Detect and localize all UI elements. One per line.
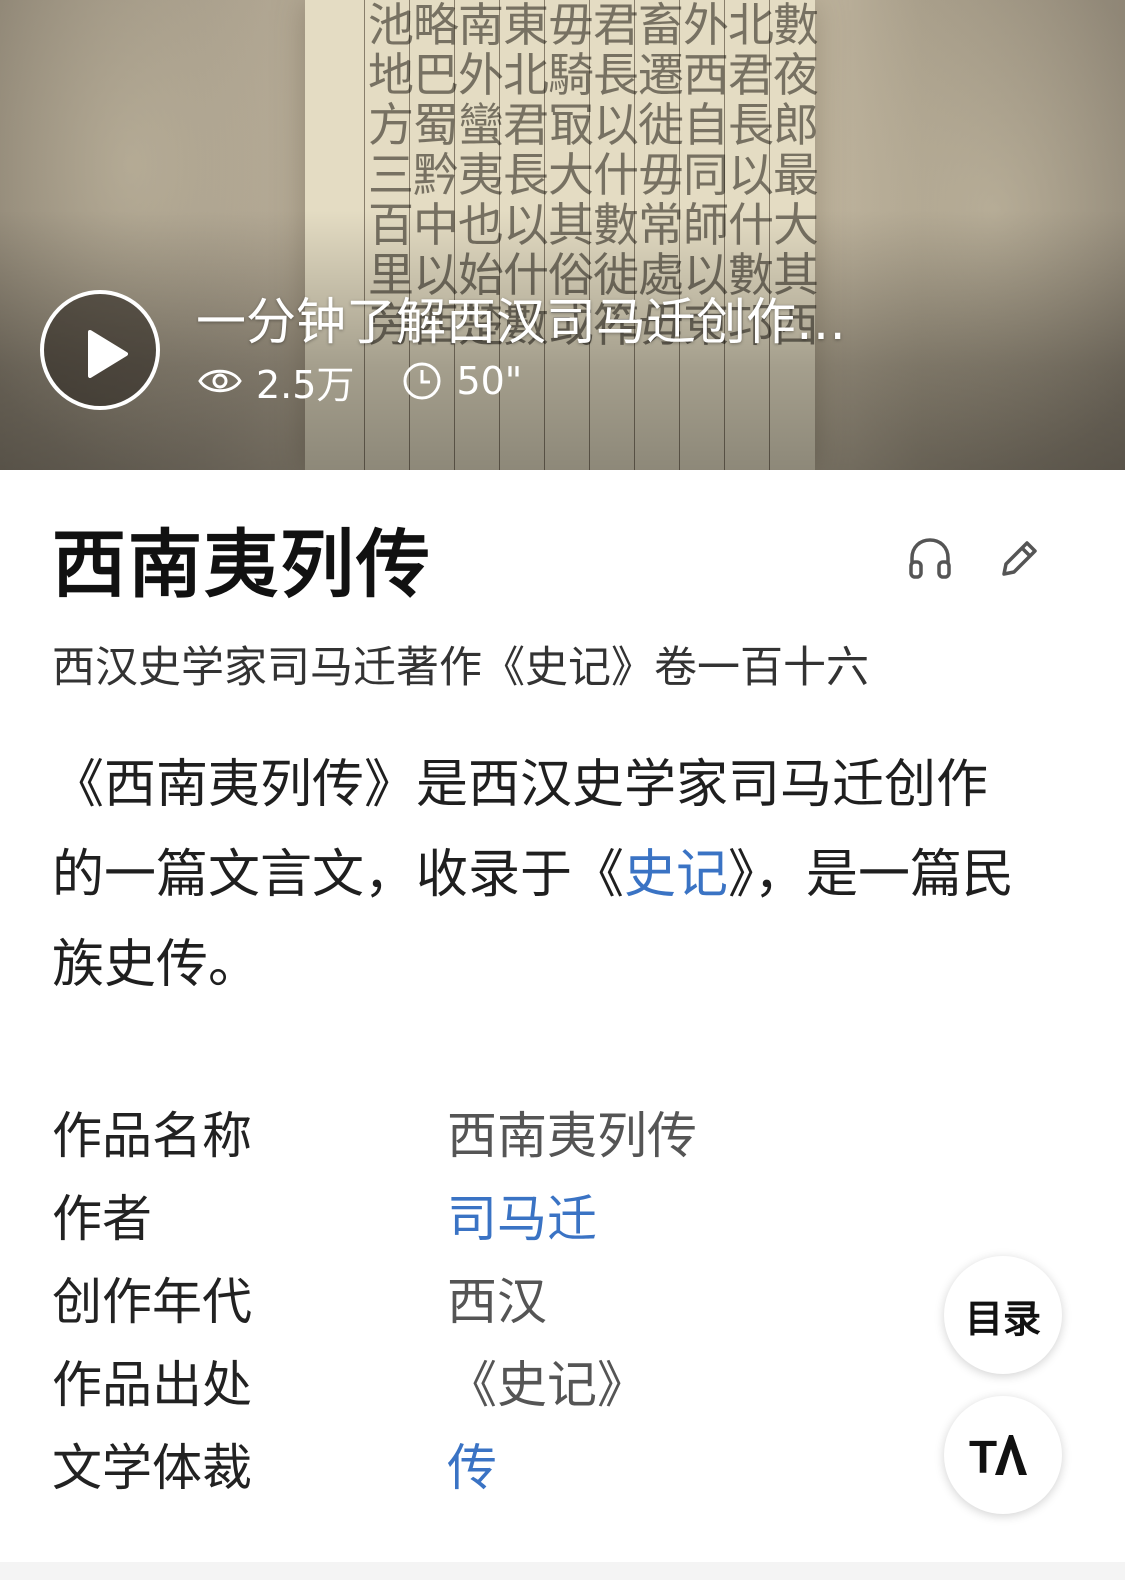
views-eye-icon — [198, 369, 242, 393]
info-value: 西南夷列传 — [447, 1106, 697, 1165]
genre-link[interactable]: 传 — [447, 1428, 497, 1500]
font-size-button[interactable]: T — [944, 1396, 1062, 1514]
listen-button[interactable] — [906, 534, 954, 582]
video-title[interactable]: 一分钟了解西汉司马迁创作… — [196, 292, 916, 352]
duration-value: 50" — [456, 359, 523, 403]
bottom-divider — [0, 1562, 1125, 1580]
info-label: 文学体裁 — [52, 1438, 252, 1497]
info-label: 作品名称 — [52, 1106, 252, 1165]
info-row: 作者 司马迁 — [52, 1173, 872, 1256]
font-size-icon: T — [969, 1431, 1027, 1479]
info-value: 西汉 — [447, 1272, 547, 1331]
video-banner[interactable]: 數夜郎最大其西北君長以什數邛外西自同師以東畜遷徙毋常處毋君長以什數徙筰毋騎冣大其… — [0, 0, 1125, 470]
info-value: 《史记》 — [447, 1355, 647, 1414]
info-row: 文学体裁 传 — [52, 1422, 872, 1505]
play-icon — [88, 330, 128, 378]
views-value: 2.5万 — [256, 362, 355, 407]
info-label: 作者 — [52, 1189, 152, 1248]
views-count: 2.5万 — [198, 354, 354, 409]
edit-pencil-icon — [1002, 541, 1037, 576]
info-row: 创作年代 西汉 — [52, 1256, 872, 1339]
font-size-icon-glyph-t: T — [969, 1431, 997, 1479]
play-button[interactable] — [40, 290, 160, 410]
summary-paragraph: 《西南夷列传》是西汉史学家司马迁创作的一篇文言文，收录于《史记》，是一篇民族史传… — [52, 740, 1032, 1010]
duration-clock-icon — [403, 362, 441, 400]
info-row: 作品出处 《史记》 — [52, 1339, 872, 1422]
page-title: 西南夷列传 — [52, 522, 432, 608]
info-label: 创作年代 — [52, 1272, 252, 1331]
duration: 50" — [402, 359, 522, 403]
info-label: 作品出处 — [52, 1355, 252, 1414]
page-subtitle: 西汉史学家司马迁著作《史记》卷一百十六 — [52, 643, 869, 693]
author-link[interactable]: 司马迁 — [447, 1179, 597, 1251]
toc-button[interactable]: 目录 — [944, 1256, 1062, 1374]
info-row: 作品名称 西南夷列传 — [52, 1090, 872, 1173]
edit-button[interactable] — [994, 534, 1042, 582]
header-actions — [906, 534, 1042, 582]
video-meta: 2.5万 50" — [198, 354, 556, 409]
headphones-icon — [909, 538, 951, 579]
shiji-link[interactable]: 史记 — [624, 845, 728, 905]
info-table: 作品名称 西南夷列传 作者 司马迁 创作年代 西汉 作品出处 《史记》 文学体裁… — [52, 1090, 872, 1505]
